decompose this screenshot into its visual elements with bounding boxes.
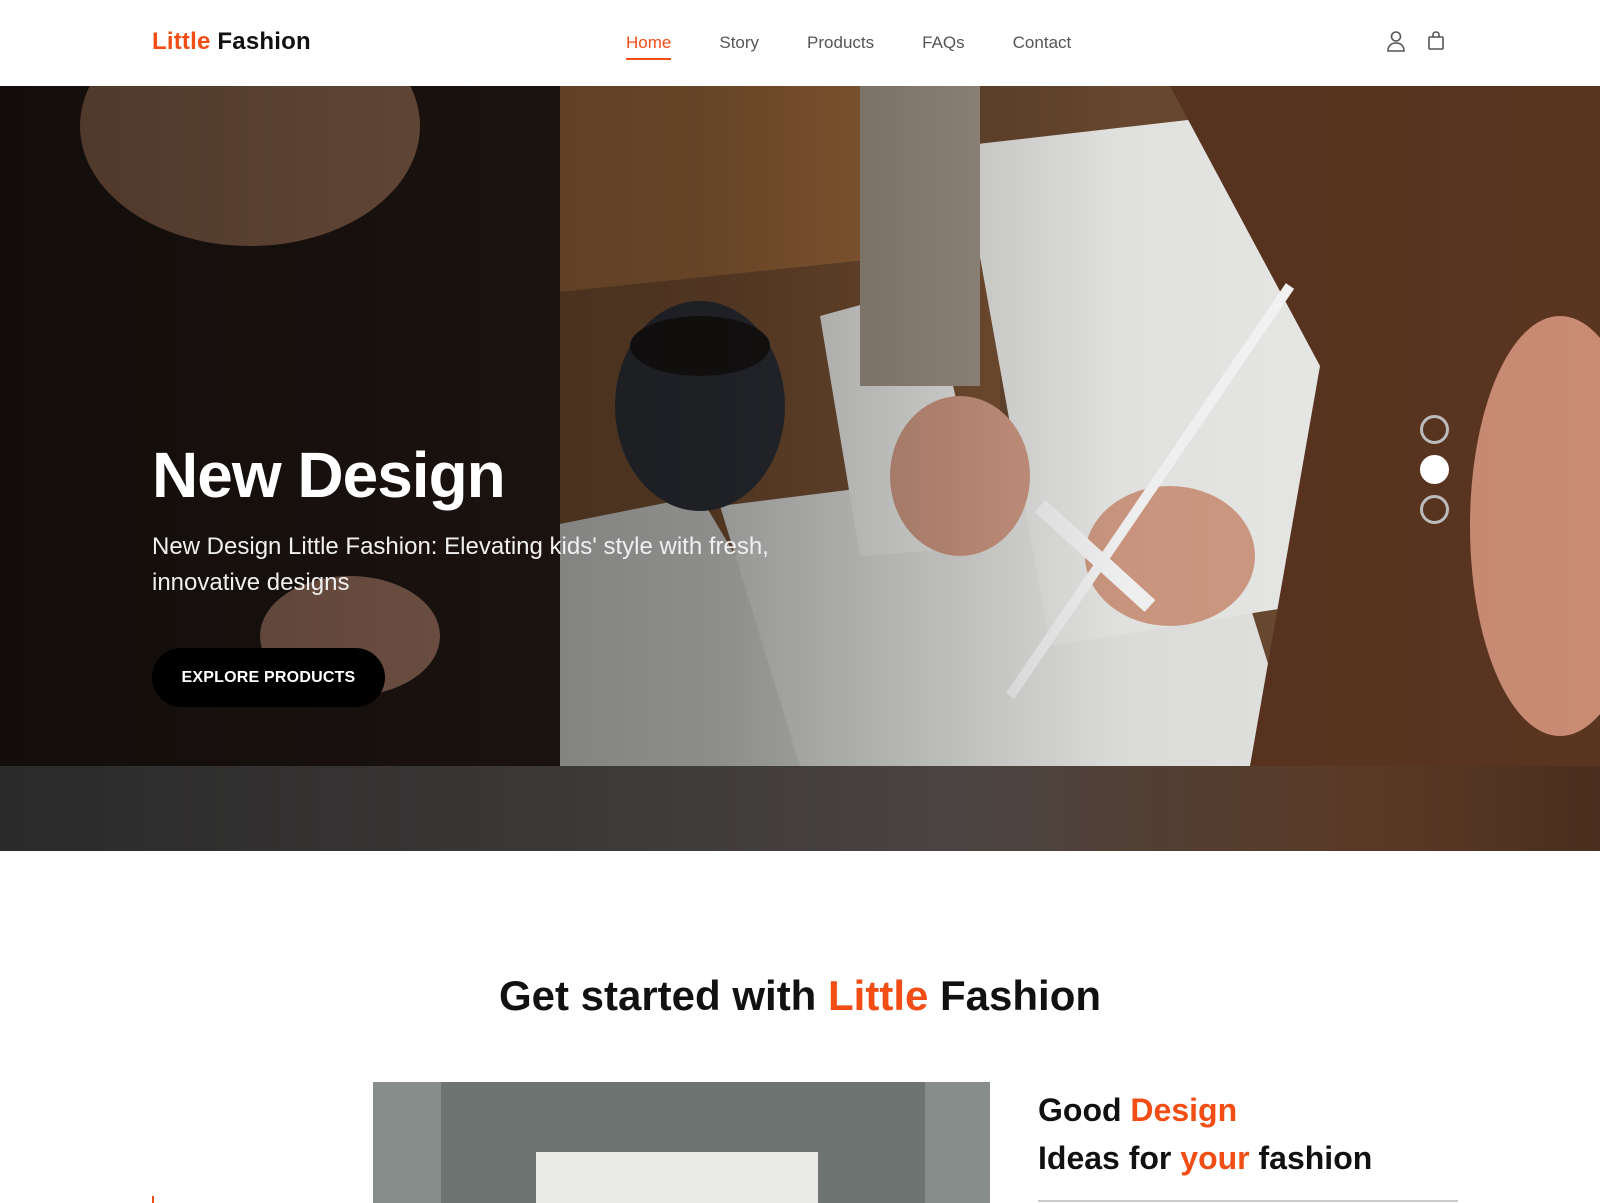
feature-text-cutoff [1038,1196,1458,1203]
carousel-dot-3[interactable] [1420,495,1449,524]
nav-link-home[interactable]: Home [626,33,672,60]
feature-line1-pre: Good [1038,1092,1122,1128]
feature-line2-accent: your [1180,1140,1250,1176]
feature-image [373,1082,990,1203]
shopping-bag-icon[interactable] [1426,30,1446,52]
carousel-dot-2[interactable] [1420,455,1449,484]
feature-heading-line-1: Good Design [1038,1086,1372,1134]
hero-title: New Design [152,439,506,511]
brand-accent: Little [152,28,211,55]
feature-heading: Good Design Ideas for your fashion [1038,1086,1372,1182]
section-title-pre: Get started with [498,972,817,1019]
hero-carousel: New Design New Design Little Fashion: El… [0,86,1600,851]
nav-link-faqs[interactable]: FAQs [922,33,965,60]
section-title: Get started with Little Fashion [0,972,1600,1020]
side-accent-mark [152,1196,154,1203]
section-title-accent: Little [828,972,929,1019]
hero-bottom-strip [0,766,1600,851]
nav-link-contact[interactable]: Contact [1013,33,1072,60]
nav-link-products[interactable]: Products [807,33,874,60]
brand-rest: Fashion [217,28,311,55]
nav-link-story[interactable]: Story [719,33,759,60]
carousel-indicators [1420,415,1449,535]
feature-text-line [1038,1200,1458,1202]
feature-line1-accent: Design [1130,1092,1238,1128]
explore-products-button[interactable]: EXPLORE PRODUCTS [152,648,385,707]
navbar: Little Fashion Home Story Products FAQs … [0,0,1600,86]
section-title-post: Fashion [940,972,1102,1019]
feature-heading-line-2: Ideas for your fashion [1038,1134,1372,1182]
feature-image-paper [536,1152,818,1203]
nav-links: Home Story Products FAQs Contact [626,33,1119,60]
carousel-dot-1[interactable] [1420,415,1449,444]
hero-text: New Design Little Fashion: Elevating kid… [152,533,769,596]
feature-line2-pre: Ideas for [1038,1140,1172,1176]
nav-icons [1386,30,1446,52]
user-icon[interactable] [1386,30,1406,52]
brand-logo[interactable]: Little Fashion [152,28,311,56]
feature-line2-post: fashion [1258,1140,1373,1176]
